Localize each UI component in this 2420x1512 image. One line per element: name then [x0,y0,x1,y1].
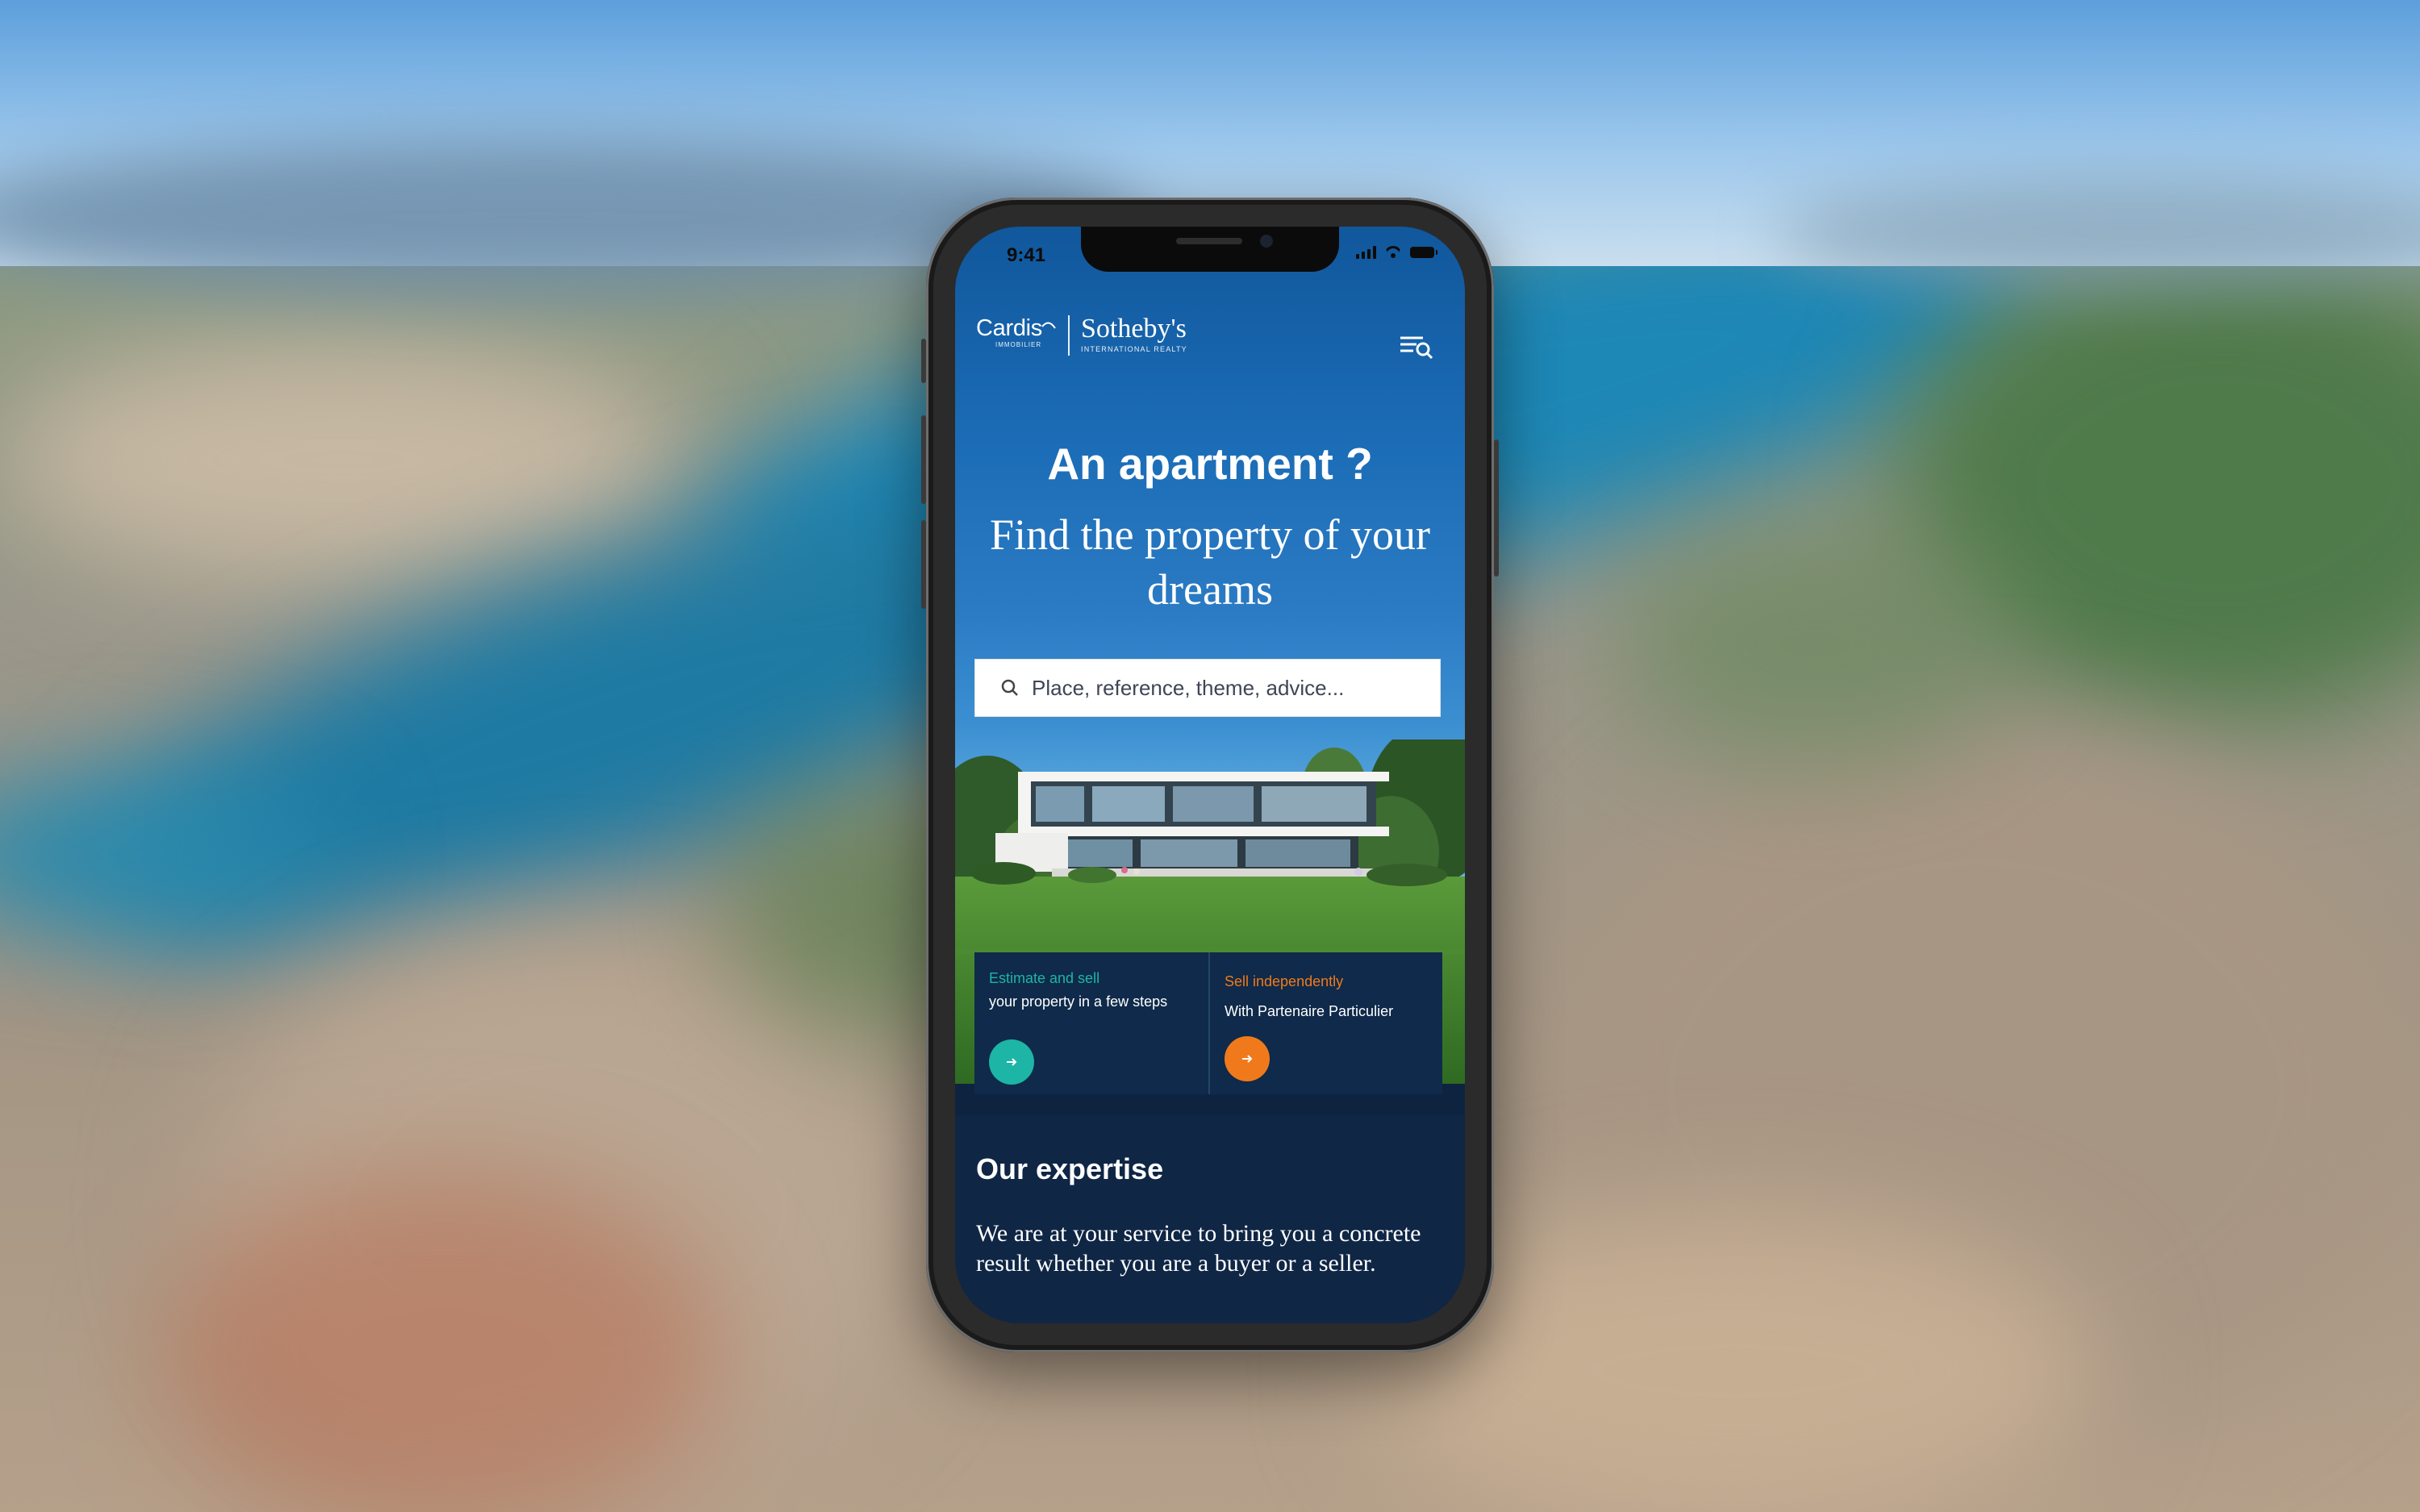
search-bar[interactable] [974,659,1441,717]
card-kicker: Estimate and sell [989,970,1100,986]
speaker [1176,238,1242,244]
signal-icon [1356,246,1376,259]
hero-subtitle: Find the property of your dreams [990,510,1430,614]
expertise-section: Our expertise We are at your service to … [955,1115,1465,1323]
menu-search-icon[interactable] [1399,333,1434,360]
card-text: your property in a few steps [989,993,1168,1010]
volume-up-button [921,415,926,504]
power-button [1494,439,1499,577]
arrow-right-icon [1007,1058,1017,1066]
sell-arrow-button[interactable] [1225,1036,1270,1081]
wifi-icon [1384,246,1402,259]
status-time: 9:41 [1007,244,1046,266]
mute-switch [921,339,926,383]
arrow-right-icon [1242,1055,1253,1063]
volume-down-button [921,520,926,609]
phone-screen: 9:41 Cardis IMMOBILIER Sotheby's INTERNA… [955,227,1465,1323]
front-camera [1260,235,1273,248]
phone-mockup: 9:41 Cardis IMMOBILIER Sotheby's INTERNA… [921,198,1499,1352]
notch [1081,227,1339,272]
sell-independently-card[interactable]: Sell independently With Partenaire Parti… [1208,952,1442,1094]
status-icons [1356,246,1437,259]
brand-logo[interactable]: Cardis IMMOBILIER Sotheby's INTERNATIONA… [976,315,1187,356]
search-icon [1001,679,1018,696]
expertise-title: Our expertise [976,1152,1164,1185]
card-kicker: Sell independently [1225,973,1344,989]
card-text: With Partenaire Particulier [1225,1003,1394,1019]
hero-title: An apartment ? [1047,439,1373,489]
logo-divider [1068,315,1070,356]
estimate-sell-card[interactable]: Estimate and sell your property in a few… [974,952,1208,1094]
cardis-logo: Cardis IMMOBILIER [976,315,1042,348]
search-input[interactable] [1030,674,1421,702]
cardis-swoosh-icon [1041,322,1056,329]
expertise-body: We are at your service to bring you a co… [976,1220,1421,1277]
estimate-arrow-button[interactable] [989,1039,1034,1085]
battery-icon [1410,247,1437,258]
sothebys-logo: Sotheby's INTERNATIONAL REALTY [1081,314,1187,354]
action-cards: Estimate and sell your property in a few… [974,952,1442,1094]
